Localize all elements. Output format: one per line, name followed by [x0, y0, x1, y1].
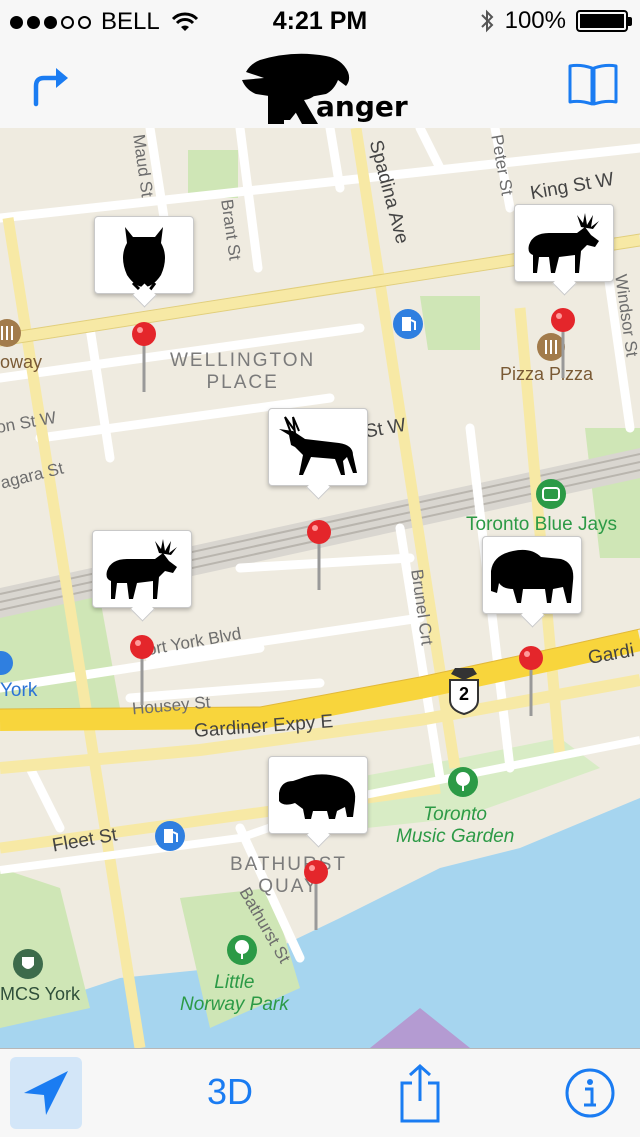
callout-moose[interactable]	[514, 204, 614, 282]
nav-bar: anger	[0, 40, 640, 129]
battery-percent: 100%	[504, 7, 566, 34]
info-icon[interactable]	[564, 1067, 616, 1119]
3d-button[interactable]: 3D	[200, 1071, 260, 1115]
location-button[interactable]	[10, 1057, 82, 1129]
antelope-icon	[279, 416, 357, 475]
place-label: York	[0, 680, 38, 701]
gas-station-poi-icon[interactable]	[392, 308, 424, 340]
battery-icon	[576, 10, 632, 32]
bottom-toolbar: 3D	[0, 1048, 640, 1137]
directions-arrow-icon[interactable]	[26, 60, 74, 108]
status-bar: BELL 4:21 PM 100%	[0, 0, 640, 40]
info-poi-icon[interactable]	[0, 648, 14, 678]
share-icon[interactable]	[396, 1063, 444, 1125]
place-label: Toronto Music Garden	[396, 804, 515, 847]
map-pin[interactable]	[128, 633, 158, 713]
ranger-logo: anger	[238, 50, 408, 126]
callout-hippo[interactable]	[268, 756, 368, 834]
place-label: Pizza Pizza	[500, 364, 594, 384]
moose-icon	[528, 213, 599, 273]
park-poi-icon[interactable]	[447, 766, 479, 798]
logo-text: anger	[316, 90, 408, 123]
place-label: oway	[0, 352, 43, 372]
map-pin[interactable]	[549, 306, 579, 386]
gas-station-poi-icon[interactable]	[154, 820, 186, 852]
bison-icon	[491, 549, 574, 603]
map-view[interactable]: Maud St Brant St Spadina Ave Peter St Ki…	[0, 128, 640, 1048]
callout-bison[interactable]	[482, 536, 582, 614]
bluetooth-icon	[480, 9, 494, 33]
stadium-poi-icon[interactable]	[535, 478, 567, 510]
bookmarks-book-icon[interactable]	[566, 60, 620, 108]
location-arrow-icon	[24, 1071, 68, 1115]
hippo-icon	[279, 774, 356, 819]
restaurant-poi-icon[interactable]	[0, 318, 22, 348]
place-label: WELLINGTON PLACE	[170, 350, 316, 393]
map-pin[interactable]	[302, 858, 332, 938]
place-label: MCS York	[0, 984, 81, 1004]
park-poi-icon[interactable]	[226, 934, 258, 966]
place-label: Little Norway Park	[180, 972, 289, 1015]
map-pin[interactable]	[130, 320, 160, 400]
map-pin[interactable]	[305, 518, 335, 598]
military-poi-icon[interactable]	[12, 948, 44, 980]
highway-shield: 2	[447, 666, 481, 716]
highway-number: 2	[458, 684, 469, 704]
place-label: Toronto Blue Jays	[466, 514, 618, 535]
moose-icon	[106, 539, 177, 599]
callout-owl[interactable]	[94, 216, 194, 294]
map-pin[interactable]	[517, 644, 547, 724]
callout-antelope[interactable]	[268, 408, 368, 486]
callout-moose[interactable]	[92, 530, 192, 608]
owl-icon	[123, 227, 165, 293]
